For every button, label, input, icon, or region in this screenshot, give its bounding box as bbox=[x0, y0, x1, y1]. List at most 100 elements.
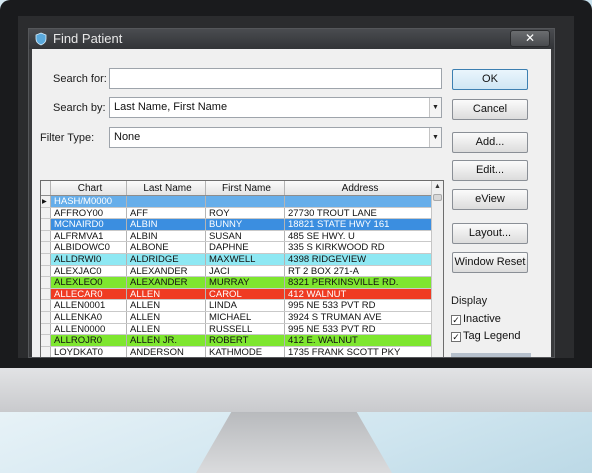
search-by-value: Last Name, First Name bbox=[114, 101, 228, 113]
dropdown-arrow-icon[interactable]: ▼ bbox=[429, 98, 441, 117]
monitor-chin bbox=[0, 368, 592, 412]
row-indicator-cell bbox=[41, 346, 51, 357]
search-for-label: Search for: bbox=[53, 73, 107, 85]
first-name-cell: RUSSELL bbox=[206, 323, 285, 335]
address-cell: 3924 S TRUMAN AVE bbox=[285, 312, 433, 323]
row-indicator-cell bbox=[41, 230, 51, 242]
chart-cell: AFFROY00 bbox=[51, 207, 127, 219]
row-indicator-cell bbox=[41, 288, 51, 300]
chart-cell: ALBIDOWC0 bbox=[51, 242, 127, 253]
filter-type-dropdown[interactable]: None ▼ bbox=[109, 127, 442, 148]
inactive-checkbox[interactable]: ✓ Inactive bbox=[451, 313, 501, 325]
filter-type-label: Filter Type: bbox=[40, 132, 95, 144]
window-reset-button[interactable]: Window Reset bbox=[452, 252, 528, 273]
ok-button[interactable]: OK bbox=[452, 69, 528, 90]
row-indicator-cell: ▸ bbox=[41, 196, 51, 207]
address-cell: 412 E. WALNUT bbox=[285, 335, 433, 346]
address-cell: 27730 TROUT LANE bbox=[285, 207, 433, 219]
table-row[interactable]: ALEXLEO0 ALEXANDER MURRAY 8321 PERKINSVILLE… bbox=[41, 277, 433, 289]
dropdown-arrow-icon[interactable]: ▼ bbox=[429, 128, 441, 147]
chart-cell: HASH/M0000 bbox=[51, 196, 127, 207]
column-header-chart[interactable]: Chart bbox=[51, 181, 127, 195]
table-row[interactable]: LOYDKAT0 ANDERSON KATHMODE 1735 FRANK SCOTT… bbox=[41, 346, 433, 357]
first-name-cell: MICHAEL bbox=[206, 312, 285, 323]
eview-button[interactable]: eView bbox=[452, 189, 528, 210]
scroll-up-arrow-icon[interactable]: ▲ bbox=[432, 181, 443, 193]
table-row[interactable]: ALLECAR0 ALLEN CAROL 412 WALNUT bbox=[41, 288, 433, 301]
chart-cell: ALLROJR0 bbox=[51, 335, 127, 346]
edit-button[interactable]: Edit... bbox=[452, 160, 528, 181]
first-name-cell: SUSAN bbox=[206, 230, 285, 242]
first-name-cell: JACI bbox=[206, 265, 285, 277]
window-title: Find Patient bbox=[53, 31, 123, 46]
tag-legend-label: Tag Legend bbox=[463, 330, 521, 342]
row-indicator-cell bbox=[41, 277, 51, 288]
last-name-cell: ALLEN bbox=[127, 288, 206, 300]
layout-button[interactable]: Layout... bbox=[452, 223, 528, 244]
address-cell: 485 SE HWY. U bbox=[285, 230, 433, 242]
row-indicator-cell bbox=[41, 207, 51, 219]
first-name-cell: KATHMODE bbox=[206, 346, 285, 357]
first-name-cell bbox=[206, 196, 285, 207]
table-row[interactable]: ALLEN0000 ALLEN RUSSELL 995 NE 533 PVT RD bbox=[41, 323, 433, 336]
column-header-last-name[interactable]: Last Name bbox=[127, 181, 206, 195]
chart-cell: ALEXJAC0 bbox=[51, 265, 127, 277]
row-indicator-cell bbox=[41, 265, 51, 277]
app-shield-icon bbox=[35, 32, 47, 46]
row-indicator-cell bbox=[41, 323, 51, 335]
first-name-cell: BUNNY bbox=[206, 219, 285, 230]
add-button[interactable]: Add... bbox=[452, 132, 528, 153]
title-bar[interactable]: Find Patient ✕ bbox=[29, 29, 554, 49]
vertical-scrollbar[interactable]: ▲ bbox=[431, 181, 443, 357]
address-cell: 4398 RIDGEVIEW bbox=[285, 254, 433, 265]
first-name-cell: LINDA bbox=[206, 300, 285, 311]
chart-cell: ALLECAR0 bbox=[51, 288, 127, 300]
search-by-dropdown[interactable]: Last Name, First Name ▼ bbox=[109, 97, 442, 118]
search-for-input[interactable] bbox=[109, 68, 442, 89]
chart-cell: ALLEN0001 bbox=[51, 300, 127, 311]
close-button[interactable]: ✕ bbox=[510, 30, 550, 47]
table-row[interactable]: ALLENKA0 ALLEN MICHAEL 3924 S TRUMAN AVE bbox=[41, 312, 433, 324]
chart-cell: MCNAIRD0 bbox=[51, 219, 127, 230]
table-row[interactable]: ALLEN0001 ALLEN LINDA 995 NE 533 PVT RD bbox=[41, 300, 433, 312]
tag-legend-checkbox[interactable]: ✓ Tag Legend bbox=[451, 330, 521, 342]
row-indicator-cell bbox=[41, 219, 51, 230]
table-row[interactable]: MCNAIRD0 ALBIN BUNNY 18821 STATE HWY 161 bbox=[41, 219, 433, 231]
address-cell bbox=[285, 196, 433, 207]
first-name-cell: ROY bbox=[206, 207, 285, 219]
inactive-label: Inactive bbox=[463, 313, 501, 325]
patient-grid: Chart Last Name First Name Address ▸ HASH… bbox=[40, 180, 444, 357]
first-name-cell: MURRAY bbox=[206, 277, 285, 288]
chart-cell: ALEXLEO0 bbox=[51, 277, 127, 288]
last-name-cell: ALBIN bbox=[127, 219, 206, 230]
last-name-cell: ALLEN bbox=[127, 312, 206, 323]
checkbox-check-icon[interactable]: ✓ bbox=[451, 315, 461, 325]
table-row[interactable]: ▸ HASH/M0000 bbox=[41, 196, 433, 208]
column-header-first-name[interactable]: First Name bbox=[206, 181, 285, 195]
last-name-cell: AFF bbox=[127, 207, 206, 219]
last-name-cell: ALDRIDGE bbox=[127, 254, 206, 265]
checkbox-check-icon[interactable]: ✓ bbox=[451, 332, 461, 342]
table-row[interactable]: ALLDRWI0 ALDRIDGE MAXWELL 4398 RIDGEVIEW bbox=[41, 254, 433, 266]
address-cell: 995 NE 533 PVT RD bbox=[285, 323, 433, 335]
table-row[interactable]: ALEXJAC0 ALEXANDER JACI RT 2 BOX 271-A bbox=[41, 265, 433, 278]
cancel-button[interactable]: Cancel bbox=[452, 99, 528, 120]
table-row[interactable]: ALFRMVA1 ALBIN SUSAN 485 SE HWY. U bbox=[41, 230, 433, 243]
row-indicator-cell bbox=[41, 335, 51, 346]
display-label: Display bbox=[451, 295, 488, 307]
table-row[interactable]: AFFROY00 AFF ROY 27730 TROUT LANE bbox=[41, 207, 433, 220]
last-name-cell: ALBONE bbox=[127, 242, 206, 253]
first-name-cell: MAXWELL bbox=[206, 254, 285, 265]
column-header-address[interactable]: Address bbox=[285, 181, 433, 195]
table-row[interactable]: ALLROJR0 ALLEN JR. ROBERT 412 E. WALNUT bbox=[41, 335, 433, 347]
row-indicator-cell bbox=[41, 254, 51, 265]
address-cell: 335 S KIRKWOOD RD bbox=[285, 242, 433, 253]
last-name-cell: ALEXANDER bbox=[127, 265, 206, 277]
last-name-cell: ALLEN bbox=[127, 300, 206, 311]
address-cell: 1735 FRANK SCOTT PKY bbox=[285, 346, 433, 357]
last-name-cell: ALLEN bbox=[127, 323, 206, 335]
search-by-label: Search by: bbox=[53, 102, 106, 114]
scroll-thumb[interactable] bbox=[433, 194, 442, 201]
horizontal-scrollbar[interactable] bbox=[451, 353, 531, 357]
table-row[interactable]: ALBIDOWC0 ALBONE DAPHNE 335 S KIRKWOOD RD bbox=[41, 242, 433, 254]
